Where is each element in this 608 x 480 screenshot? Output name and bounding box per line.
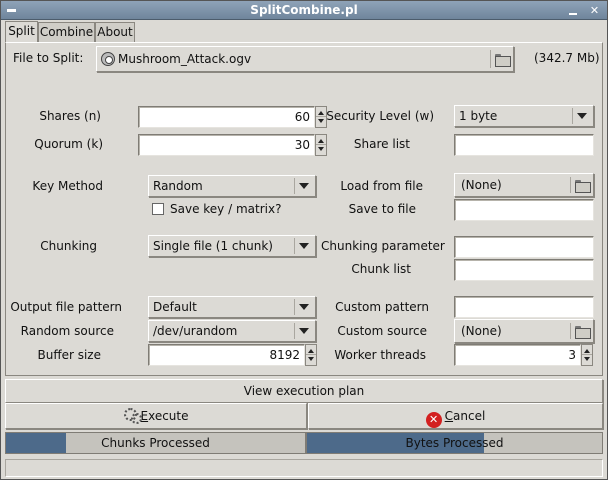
security-level-dropdown[interactable]: 1 byte <box>454 105 594 127</box>
window-title: SplitCombine.pl <box>250 3 358 17</box>
chevron-down-icon <box>577 113 587 119</box>
file-chooser-button[interactable]: Mushroom_Attack.ogv <box>96 46 514 72</box>
share-list-label: Share list <box>353 137 410 151</box>
folder-icon <box>575 180 591 193</box>
main-window: SplitCombine.pl ✕ Split Combine About Fi… <box>0 0 608 480</box>
cancel-icon: ✕ <box>425 412 442 428</box>
random-source-label: Random source <box>20 324 114 338</box>
chevron-down-icon <box>299 183 309 189</box>
tab-split[interactable]: Split <box>5 21 38 43</box>
folder-icon <box>495 54 511 67</box>
close-icon[interactable]: ✕ <box>588 4 601 17</box>
chunking-parameter-input[interactable] <box>454 236 594 258</box>
custom-source-label: Custom source <box>337 324 427 338</box>
worker-threads-stepper[interactable] <box>581 344 593 366</box>
quorum-label: Quorum (k) <box>34 137 103 151</box>
buffer-size-input[interactable]: 8192 <box>148 344 305 366</box>
shares-input[interactable]: 60 <box>138 106 315 128</box>
save-to-file-label: Save to file <box>348 202 416 216</box>
output-pattern-value: Default <box>153 300 197 314</box>
save-to-file-input[interactable] <box>454 199 594 221</box>
quorum-input[interactable]: 30 <box>138 134 315 156</box>
security-level-value: 1 byte <box>459 109 498 123</box>
buffer-size-stepper[interactable] <box>305 344 317 366</box>
execute-button[interactable]: Execute <box>5 403 307 429</box>
worker-threads-input[interactable]: 3 <box>454 344 581 366</box>
shares-label: Shares (n) <box>39 109 101 123</box>
chevron-down-icon <box>299 243 309 249</box>
buffer-size-label: Buffer size <box>37 348 101 362</box>
chunking-value: Single file (1 chunk) <box>153 239 273 253</box>
file-size: (342.7 Mb) <box>534 51 600 65</box>
load-from-file-value: (None) <box>461 178 502 192</box>
security-level-label: Security Level (w) <box>326 109 434 123</box>
save-key-label: Save key / matrix? <box>170 202 282 216</box>
custom-source-value: (None) <box>461 324 502 338</box>
minimize-icon[interactable] <box>567 4 580 17</box>
output-pattern-label: Output file pattern <box>10 300 122 314</box>
key-method-value: Random <box>153 179 203 193</box>
chunk-list-input[interactable] <box>454 259 594 281</box>
file-name: Mushroom_Attack.ogv <box>118 52 252 66</box>
bytes-progress-bar: Bytes Processed <box>306 432 603 454</box>
custom-pattern-label: Custom pattern <box>335 300 429 314</box>
key-method-dropdown[interactable]: Random <box>148 175 316 197</box>
output-pattern-dropdown[interactable]: Default <box>148 296 316 318</box>
worker-threads-label: Worker threads <box>334 348 426 362</box>
chevron-down-icon <box>299 328 309 334</box>
folder-icon <box>575 326 591 339</box>
chunking-label: Chunking <box>40 239 97 253</box>
chevron-down-icon <box>299 304 309 310</box>
execute-icon <box>123 408 142 424</box>
cancel-button[interactable]: ✕ Cancel <box>308 403 603 429</box>
random-source-dropdown[interactable]: /dev/urandom <box>148 320 316 342</box>
video-file-icon <box>101 52 115 66</box>
chunk-list-label: Chunk list <box>351 262 411 276</box>
save-key-checkbox[interactable] <box>152 203 164 215</box>
chunking-dropdown[interactable]: Single file (1 chunk) <box>148 235 316 257</box>
chunking-parameter-label: Chunking parameter <box>321 239 445 253</box>
view-execution-plan-button[interactable]: View execution plan <box>5 379 603 403</box>
custom-source-button[interactable]: (None) <box>454 319 594 343</box>
chunks-progress-label: Chunks Processed <box>101 436 210 450</box>
random-source-value: /dev/urandom <box>153 324 238 338</box>
load-from-file-label: Load from file <box>340 179 423 193</box>
tab-combine[interactable]: Combine <box>38 22 95 43</box>
tab-about[interactable]: About <box>95 22 135 43</box>
custom-pattern-input[interactable] <box>454 296 594 318</box>
key-method-label: Key Method <box>32 179 103 193</box>
bytes-progress-label: Bytes Processed <box>405 436 504 450</box>
share-list-input[interactable] <box>454 134 594 156</box>
load-from-file-button[interactable]: (None) <box>454 173 594 197</box>
file-to-split-label: File to Split: <box>13 51 84 65</box>
title-bar: SplitCombine.pl ✕ <box>1 1 607 20</box>
status-bar <box>5 459 603 477</box>
chunks-progress-bar: Chunks Processed <box>5 432 306 454</box>
